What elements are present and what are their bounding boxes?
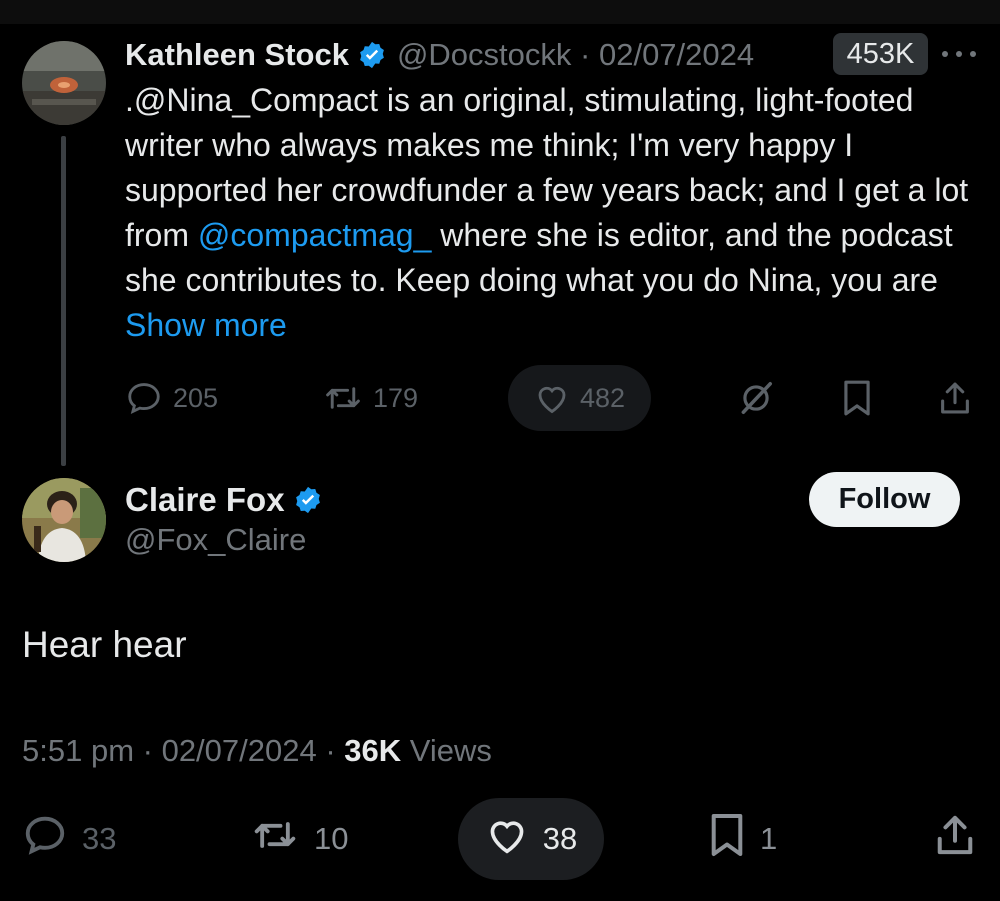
reply-author-handle[interactable]: @Fox_Claire <box>125 522 306 558</box>
follow-button[interactable]: Follow <box>809 472 960 527</box>
share-icon <box>934 812 976 866</box>
tweet-date: 02/07/2024 <box>161 733 317 768</box>
author-handle-date: @Docstockk · 02/07/2024 <box>396 37 755 72</box>
views-count: 36K <box>344 733 402 768</box>
reply-author-row: Claire Fox <box>125 478 323 522</box>
parent-tweet-header: Kathleen Stock @Docstockk · 02/07/2024 <box>125 33 754 77</box>
reply-button[interactable]: 205 <box>125 365 218 431</box>
bookmark-count: 1 <box>760 821 778 856</box>
verified-badge-icon <box>357 40 387 70</box>
reply-count: 205 <box>173 382 219 413</box>
retweet-count: 10 <box>314 821 349 856</box>
tweet-time: 5:51 pm <box>22 733 135 768</box>
tweet-date: 02/07/2024 <box>598 37 755 72</box>
views-label: Views <box>409 733 492 768</box>
bookmark-button[interactable]: 1 <box>708 798 777 880</box>
share-icon <box>938 379 972 417</box>
verified-badge-icon <box>293 485 323 515</box>
like-button[interactable]: 482 <box>508 365 651 431</box>
mention-link[interactable]: @compactmag_ <box>198 217 431 253</box>
share-button[interactable] <box>938 365 972 431</box>
reply-tweet-text: Hear hear <box>22 624 187 665</box>
share-button[interactable] <box>934 798 976 880</box>
retweet-count: 179 <box>373 382 419 413</box>
avatar-kathleen-stock[interactable] <box>22 41 106 125</box>
reply-author-name[interactable]: Claire Fox <box>125 481 285 519</box>
reply-action-bar: 33 10 38 1 <box>22 798 982 880</box>
author-handle[interactable]: @Docstockk <box>397 37 571 72</box>
bookmark-icon <box>708 812 746 866</box>
reply-count: 33 <box>82 821 117 856</box>
like-count: 38 <box>542 821 578 856</box>
bookmark-icon <box>841 379 873 417</box>
avatar-claire-fox[interactable] <box>22 478 106 562</box>
bookmark-button[interactable] <box>841 365 873 431</box>
top-strip <box>0 0 1000 24</box>
heart-icon <box>534 381 570 415</box>
retweet-icon <box>323 379 363 417</box>
views-badge: 453K <box>833 33 928 75</box>
show-more-link[interactable]: Show more <box>125 307 287 343</box>
reply-button[interactable]: 33 <box>22 798 116 880</box>
thread-line <box>61 136 66 466</box>
like-count: 482 <box>579 382 626 413</box>
tweet-meta: 5:51 pm · 02/07/2024 · 36K Views <box>22 733 492 768</box>
author-name[interactable]: Kathleen Stock <box>125 37 349 73</box>
like-button[interactable]: 38 <box>458 798 604 880</box>
reply-icon <box>22 812 68 866</box>
reply-icon <box>125 379 163 417</box>
heart-icon <box>485 815 529 863</box>
retweet-icon <box>250 813 300 865</box>
retweet-button[interactable]: 179 <box>323 365 418 431</box>
parent-tweet-text: .@Nina_Compact is an original, stimulati… <box>125 78 985 348</box>
more-options-icon[interactable] <box>942 40 976 68</box>
grok-icon <box>737 379 775 417</box>
grok-button[interactable] <box>737 365 775 431</box>
parent-action-bar: 205 179 482 <box>125 365 985 431</box>
retweet-button[interactable]: 10 <box>250 798 348 880</box>
